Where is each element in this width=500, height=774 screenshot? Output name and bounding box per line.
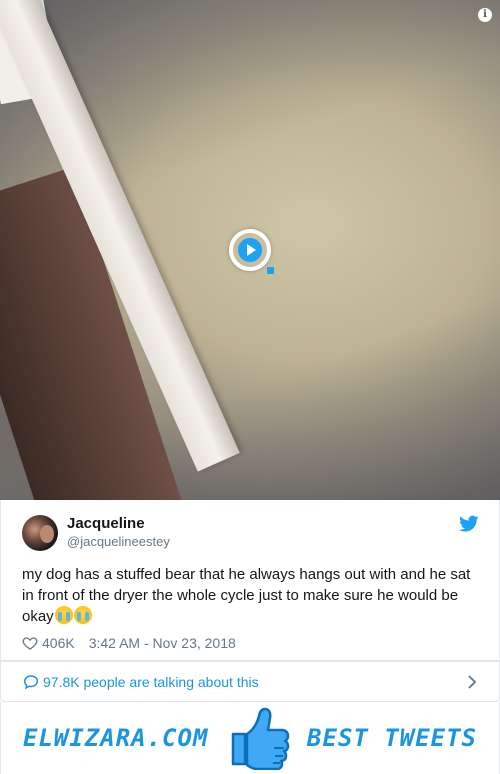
chevron-right-icon xyxy=(468,675,477,689)
heart-icon[interactable] xyxy=(22,635,38,651)
crying-face-emoji xyxy=(73,606,92,624)
tweet-card: Jacqueline @jacquelineestey my dog has a… xyxy=(0,500,500,661)
user-handle[interactable]: @jacquelineestey xyxy=(67,534,170,549)
like-count[interactable]: 406K xyxy=(42,635,75,651)
tweet-timestamp[interactable]: 3:42 AM - Nov 23, 2018 xyxy=(89,635,236,651)
display-name[interactable]: Jacqueline xyxy=(67,515,145,532)
crying-face-emoji xyxy=(54,606,73,624)
play-icon xyxy=(238,238,262,262)
conversation-link[interactable]: 97.8K people are talking about this xyxy=(0,661,500,702)
footer-banner: ELWIZARA.COM BEST TWEETS xyxy=(0,702,500,774)
info-icon[interactable]: i xyxy=(478,8,492,22)
site-name[interactable]: ELWIZARA.COM xyxy=(23,724,208,752)
thumbs-up-icon xyxy=(231,707,290,770)
twitter-bird-icon[interactable] xyxy=(459,515,479,533)
avatar[interactable] xyxy=(22,515,58,551)
conversation-label: 97.8K people are talking about this xyxy=(43,674,259,690)
speech-bubble-icon xyxy=(23,675,39,690)
play-button-corner xyxy=(267,267,274,274)
play-button[interactable] xyxy=(229,229,274,274)
tagline: BEST TWEETS xyxy=(307,724,477,752)
tweet-meta: 406K 3:42 AM - Nov 23, 2018 xyxy=(22,635,236,651)
tweet-text: my dog has a stuffed bear that he always… xyxy=(22,564,484,627)
tweet-video[interactable]: i xyxy=(0,0,500,500)
